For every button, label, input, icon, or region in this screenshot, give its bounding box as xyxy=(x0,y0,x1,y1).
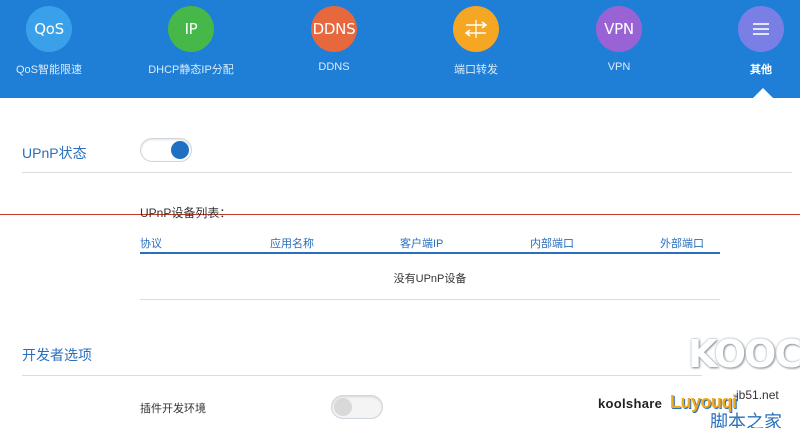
nav-item-ddns[interactable]: DDNS DDNS xyxy=(274,6,394,73)
nav-label: DHCP静态IP分配 xyxy=(148,64,234,76)
nav-label: 其他 xyxy=(750,64,772,76)
qos-icon: QoS xyxy=(26,6,72,52)
column-header-protocol: 协议 xyxy=(140,238,162,250)
nav-label: VPN xyxy=(607,61,631,73)
koolshare-watermark: koolshare xyxy=(598,396,663,411)
ddns-icon: DDNS xyxy=(311,6,357,52)
nav-label: 端口转发 xyxy=(454,64,498,76)
upnp-table-header: 协议 应用名称 客户端IP 内部端口 外部端口 xyxy=(140,232,720,254)
developer-options-title: 开发者选项 xyxy=(22,347,92,363)
plugin-env-toggle[interactable] xyxy=(331,395,383,419)
kooc-watermark: KOOC xyxy=(688,332,800,376)
upnp-empty-row: 没有UPnP设备 xyxy=(140,256,720,300)
toggle-knob xyxy=(171,141,189,159)
nav-label: QoS智能限速 xyxy=(15,64,82,76)
nav-item-other[interactable]: 其他 xyxy=(701,6,800,77)
nav-item-qos[interactable]: QoS QoS智能限速 xyxy=(0,6,109,77)
nav-label: DDNS xyxy=(318,61,350,73)
nav-item-vpn[interactable]: VPN VPN xyxy=(559,6,679,73)
ip-icon: IP xyxy=(168,6,214,52)
vpn-icon: VPN xyxy=(596,6,642,52)
upnp-toggle[interactable] xyxy=(140,138,192,162)
column-header-client-ip: 客户端IP xyxy=(400,238,444,250)
upnp-list-title: UPnP设备列表： xyxy=(140,206,232,220)
column-header-internal-port: 内部端口 xyxy=(530,238,574,250)
port-forward-icon xyxy=(453,6,499,52)
nav-item-port-forward[interactable]: 端口转发 xyxy=(416,6,536,77)
section-divider xyxy=(22,172,792,173)
menu-icon xyxy=(738,6,784,52)
column-header-app-name: 应用名称 xyxy=(270,238,314,250)
toggle-knob xyxy=(334,398,352,416)
jb51-home-watermark: 脚本之家 xyxy=(710,412,782,428)
top-nav: QoS QoS智能限速 IP DHCP静态IP分配 DDNS DDNS 端口转发… xyxy=(0,0,800,98)
red-guide-line xyxy=(0,214,800,215)
upnp-status-title: UPnP状态 xyxy=(22,145,87,161)
jb51-watermark: jb51.net xyxy=(736,388,779,402)
plugin-env-label: 插件开发环境 xyxy=(140,403,206,415)
column-header-external-port: 外部端口 xyxy=(660,238,704,250)
section-divider xyxy=(22,375,702,376)
nav-item-dhcp[interactable]: IP DHCP静态IP分配 xyxy=(131,6,251,77)
active-tab-caret xyxy=(753,88,773,98)
